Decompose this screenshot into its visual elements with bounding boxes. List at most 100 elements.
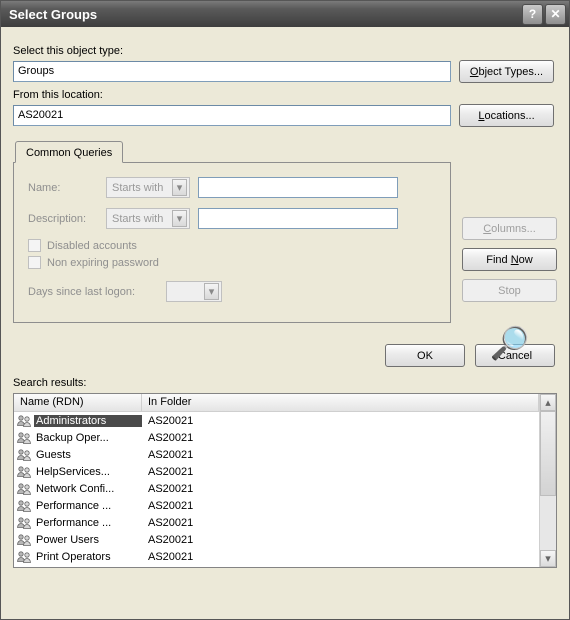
group-icon [16,430,32,446]
list-item[interactable]: HelpServices...AS20021 [14,463,539,480]
group-icon [16,481,32,497]
row-name: Backup Oper... [34,432,142,444]
group-icon [16,430,32,446]
scroll-up-button[interactable]: ▴ [540,394,556,411]
chevron-down-icon: ▾ [172,210,187,227]
row-name: Network Confi... [34,483,142,495]
non-expiring-label: Non expiring password [47,257,159,269]
group-icon [16,566,32,568]
object-type-field: Groups [13,61,451,82]
list-item[interactable]: Performance ...AS20021 [14,497,539,514]
list-item[interactable]: Performance ...AS20021 [14,514,539,531]
name-query-row: Name: Starts with ▾ [28,177,436,198]
description-input[interactable] [198,208,398,229]
description-label: Description: [28,213,98,225]
results-list-body: Name (RDN) In Folder AdministratorsAS200… [14,394,539,567]
scroll-thumb[interactable] [540,411,556,496]
disabled-accounts-label: Disabled accounts [47,240,137,252]
group-icon [16,464,32,480]
columns-button: Columns...Columns... [462,217,557,240]
list-item[interactable]: Power UsersAS20021 [14,531,539,548]
name-input[interactable] [198,177,398,198]
search-results-label: Search results:Search results: [13,377,557,389]
column-header-name[interactable]: Name (RDN) [14,394,142,411]
list-item[interactable]: Print OperatorsAS20021 [14,548,539,565]
row-folder: AS20021 [142,551,539,563]
group-icon [16,498,32,514]
name-operator-combo: Starts with ▾ [106,177,190,198]
side-buttons: Columns...Columns... Find NowFind Now St… [462,217,557,362]
row-folder: AS20021 [142,483,539,495]
ok-button[interactable]: OK [385,344,465,367]
non-expiring-checkbox [28,256,41,269]
non-expiring-row: Non expiring password [28,256,436,269]
row-name: Administrators [34,415,142,427]
list-item[interactable]: AdministratorsAS20021 [14,412,539,429]
days-since-logon-combo: ▾ [166,281,222,302]
help-icon: ? [529,7,536,21]
title-bar: Select Groups ? ✕ [1,1,569,27]
column-header-folder[interactable]: In Folder [142,394,539,411]
row-name: Guests [34,449,142,461]
row-name: Power Users [34,534,142,546]
name-operator-value: Starts with [112,182,163,194]
find-now-button[interactable]: Find NowFind Now [462,248,557,271]
row-folder: AS20021 [142,466,539,478]
search-icon: 🔍 [490,324,530,362]
description-operator-value: Starts with [112,213,163,225]
list-item[interactable]: Backup Oper...AS20021 [14,429,539,446]
chevron-down-icon: ▾ [172,179,187,196]
results-list: Name (RDN) In Folder AdministratorsAS200… [13,393,557,568]
group-icon [16,515,32,531]
vertical-scrollbar[interactable]: ▴ ▾ [539,394,556,567]
list-item[interactable]: Network Confi...AS20021 [14,480,539,497]
stop-button: Stop [462,279,557,302]
row-folder: AS20021 [142,432,539,444]
object-type-row: Groups OObject Types...bject Types... [13,60,557,83]
chevron-down-icon: ▾ [204,283,219,300]
group-icon [16,549,32,565]
description-operator-combo: Starts with ▾ [106,208,190,229]
close-button[interactable]: ✕ [545,4,566,25]
scroll-down-button[interactable]: ▾ [540,550,556,567]
scroll-track[interactable] [540,496,556,550]
name-label: Name: [28,182,98,194]
description-query-row: Description: Starts with ▾ [28,208,436,229]
days-since-logon-label: Days since last logon: [28,286,158,298]
row-folder: AS20021 [142,449,539,461]
group-icon [16,447,32,463]
row-name: Print Operators [34,551,142,563]
group-icon [16,481,32,497]
group-icon [16,464,32,480]
group-icon [16,532,32,548]
group-icon [16,549,32,565]
object-type-label: Select this object type: [13,45,557,57]
object-types-button[interactable]: OObject Types...bject Types... [459,60,554,83]
location-row: AS20021 LLocations...ocations... [13,104,557,127]
list-item[interactable]: Remote Desk...AS20021 [14,565,539,567]
locations-button[interactable]: LLocations...ocations... [459,104,554,127]
window-controls: ? ✕ [522,4,566,25]
close-icon: ✕ [550,7,560,21]
group-icon [16,447,32,463]
location-field: AS20021 [13,105,451,126]
row-name: Performance ... [34,500,142,512]
group-icon [16,515,32,531]
client-area: Select this object type: Groups OObject … [1,27,569,619]
location-label: From this location: [13,89,557,101]
results-header: Name (RDN) In Folder [14,394,539,412]
help-button[interactable]: ? [522,4,543,25]
tab-strip: Common Queries [13,141,557,163]
group-icon [16,532,32,548]
row-folder: AS20021 [142,517,539,529]
list-item[interactable]: GuestsAS20021 [14,446,539,463]
disabled-accounts-checkbox [28,239,41,252]
group-icon [16,498,32,514]
group-icon [16,413,32,429]
group-icon [16,413,32,429]
tab-common-queries[interactable]: Common Queries [15,141,123,163]
row-name: HelpServices... [34,466,142,478]
select-groups-dialog: Select Groups ? ✕ Select this object typ… [0,0,570,620]
row-folder: AS20021 [142,415,539,427]
common-queries-pane: Name: Starts with ▾ Description: Starts … [13,162,451,323]
